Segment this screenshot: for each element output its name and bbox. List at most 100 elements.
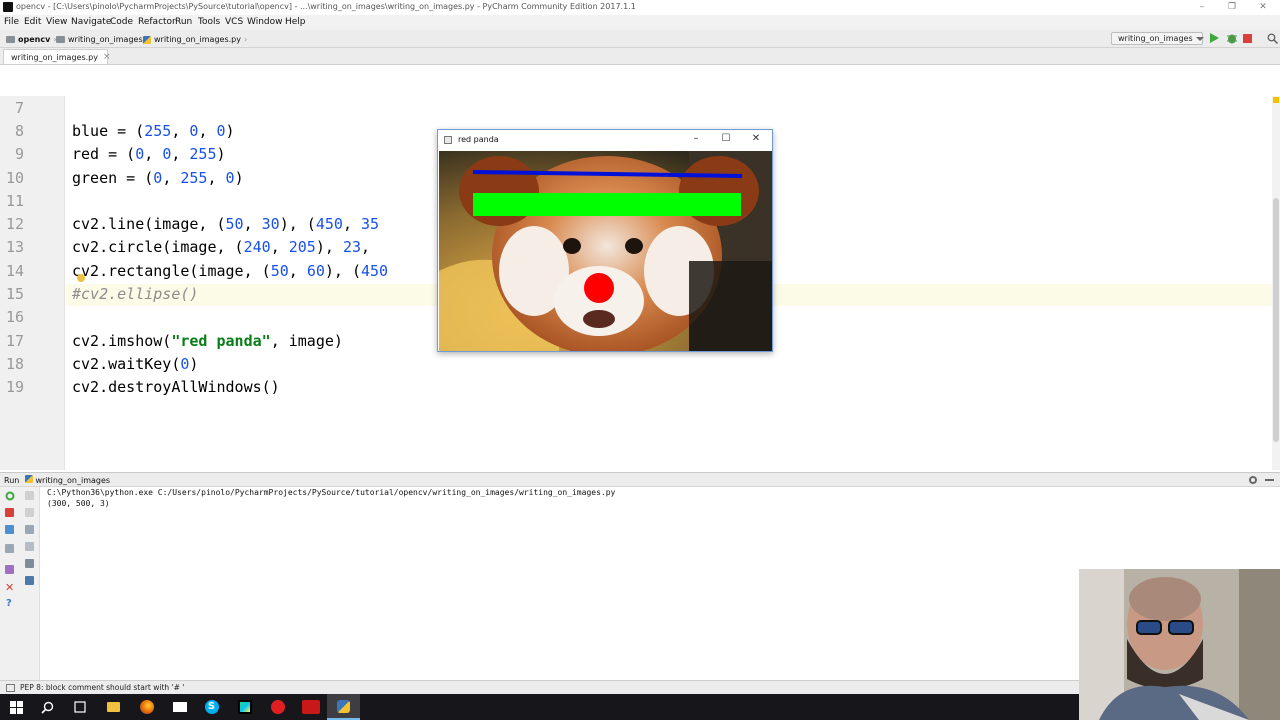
taskbar-explorer[interactable] xyxy=(97,694,130,720)
window-icon xyxy=(444,136,452,144)
taskbar-mail[interactable] xyxy=(163,694,196,720)
console-line: (300, 500, 3) xyxy=(47,499,110,508)
breadcrumb-file-label: writing_on_images.py xyxy=(154,35,241,44)
taskbar-recorder[interactable] xyxy=(294,694,327,720)
python-file-icon xyxy=(24,475,33,483)
close-icon[interactable]: ✕ xyxy=(1248,0,1278,15)
line-number: 18 xyxy=(5,355,24,373)
tool-windows-icon[interactable] xyxy=(6,684,15,692)
down-arrow-icon[interactable] xyxy=(25,508,34,517)
image-window-minimize-icon[interactable]: – xyxy=(686,133,706,144)
breadcrumb-folder[interactable]: writing_on_images › xyxy=(56,33,149,46)
menu-view[interactable]: View xyxy=(46,17,67,27)
taskbar-pycharm[interactable] xyxy=(228,694,261,720)
power-icon xyxy=(270,700,285,714)
task-view-button[interactable] xyxy=(63,694,96,720)
run-console[interactable] xyxy=(40,487,1080,680)
taskbar-python[interactable] xyxy=(327,694,360,720)
run-config-label: writing_on_images xyxy=(35,476,111,485)
intention-bulb-icon[interactable] xyxy=(77,274,85,282)
taskbar-power-app[interactable] xyxy=(261,694,294,720)
line-number: 8 xyxy=(14,122,24,140)
debug-icon[interactable] xyxy=(1226,33,1238,44)
run-title: Run xyxy=(4,476,20,485)
line-number: 19 xyxy=(5,378,24,396)
minimize-icon[interactable]: – xyxy=(1187,0,1217,15)
soft-wrap-icon[interactable] xyxy=(25,525,34,534)
tab-close-icon[interactable]: × xyxy=(103,52,111,62)
firefox-icon xyxy=(139,700,154,714)
restore-icon[interactable]: ❐ xyxy=(1217,0,1247,15)
scroll-to-end-icon[interactable] xyxy=(25,542,34,551)
run-toolbar: ✕ ? xyxy=(0,487,40,680)
warning-marker-icon[interactable] xyxy=(1273,97,1279,103)
run-tab[interactable]: Run writing_on_images xyxy=(4,475,110,485)
window-title: opencv - [C:\Users\pinolo\PycharmProject… xyxy=(16,2,636,11)
menu-vcs[interactable]: VCS xyxy=(225,17,243,27)
menu-bar: File Edit View Navigate Code Refactor Ru… xyxy=(0,15,1280,30)
menu-run[interactable]: Run xyxy=(175,17,192,27)
windows-logo-icon xyxy=(10,700,23,714)
trash-icon[interactable] xyxy=(25,576,34,585)
start-button[interactable] xyxy=(0,694,33,720)
print-icon[interactable] xyxy=(25,559,34,568)
line-number: 7 xyxy=(14,99,24,117)
editor-scrollbar-thumb[interactable] xyxy=(1273,198,1279,442)
navigation-bar: opencv › writing_on_images › writing_on_… xyxy=(0,30,1280,48)
gear-icon[interactable] xyxy=(1248,475,1258,485)
up-arrow-icon[interactable] xyxy=(25,491,34,500)
menu-window[interactable]: Window xyxy=(247,17,283,27)
status-message: PEP 8: block comment should start with '… xyxy=(20,683,185,692)
run-tool-window-header: Run writing_on_images xyxy=(0,472,1280,487)
line-number: 12 xyxy=(5,215,24,233)
taskbar-skype[interactable]: S xyxy=(195,694,228,720)
menu-code[interactable]: Code xyxy=(110,17,133,27)
code-line-10: green = (0, 255, 0) xyxy=(72,169,244,187)
code-line-14: cv2.rectangle(image, (50, 60), (450 xyxy=(72,262,389,280)
menu-tools[interactable]: Tools xyxy=(198,17,220,27)
hide-panel-icon[interactable] xyxy=(1265,479,1274,481)
line-number: 13 xyxy=(5,238,24,256)
pause-icon[interactable] xyxy=(5,525,14,534)
menu-edit[interactable]: Edit xyxy=(24,17,41,27)
image-window-close-icon[interactable]: ✕ xyxy=(746,133,766,144)
pycharm-icon xyxy=(3,2,13,12)
image-window[interactable]: red panda – ☐ ✕ xyxy=(437,129,773,352)
menu-file[interactable]: File xyxy=(4,17,19,27)
run-configuration-select[interactable]: writing_on_images xyxy=(1111,32,1204,45)
pin-icon[interactable] xyxy=(5,565,14,574)
breadcrumb-file[interactable]: writing_on_images.py › xyxy=(143,33,247,46)
stop-icon[interactable] xyxy=(5,508,14,517)
stop-icon[interactable] xyxy=(1243,34,1252,43)
close-run-icon[interactable]: ✕ xyxy=(5,581,14,594)
search-icon[interactable] xyxy=(1267,33,1278,44)
console-line: C:\Python36\python.exe C:/Users/pinolo/P… xyxy=(47,488,616,497)
red-panda-image xyxy=(439,151,772,351)
breadcrumb-project[interactable]: opencv › xyxy=(6,33,57,46)
code-line-13: cv2.circle(image, (240, 205), 23, xyxy=(72,238,380,256)
help-icon[interactable]: ? xyxy=(6,598,12,609)
image-window-maximize-icon[interactable]: ☐ xyxy=(716,133,736,144)
search-button[interactable] xyxy=(31,694,64,720)
dump-threads-icon[interactable] xyxy=(5,544,14,553)
folder-icon xyxy=(56,36,65,43)
windows-taskbar: S xyxy=(0,694,1079,720)
rerun-icon[interactable] xyxy=(5,491,15,501)
tab-writing-on-images[interactable]: writing_on_images.py × xyxy=(3,49,111,64)
python-file-icon xyxy=(143,35,151,44)
file-explorer-icon xyxy=(107,702,120,712)
menu-navigate[interactable]: Navigate xyxy=(71,17,111,27)
line-number: 9 xyxy=(14,145,24,163)
search-icon xyxy=(41,701,54,714)
menu-help[interactable]: Help xyxy=(285,17,306,27)
image-window-title: red panda xyxy=(458,135,499,144)
run-icon[interactable] xyxy=(1209,33,1219,43)
python-icon xyxy=(337,699,350,713)
webcam-overlay xyxy=(1079,569,1280,720)
pycharm-icon xyxy=(237,700,252,714)
line-number: 15 xyxy=(5,285,24,303)
taskbar-firefox[interactable] xyxy=(130,694,163,720)
line-number: 10 xyxy=(5,169,24,187)
mail-icon xyxy=(172,702,187,712)
menu-refactor[interactable]: Refactor xyxy=(138,17,176,27)
